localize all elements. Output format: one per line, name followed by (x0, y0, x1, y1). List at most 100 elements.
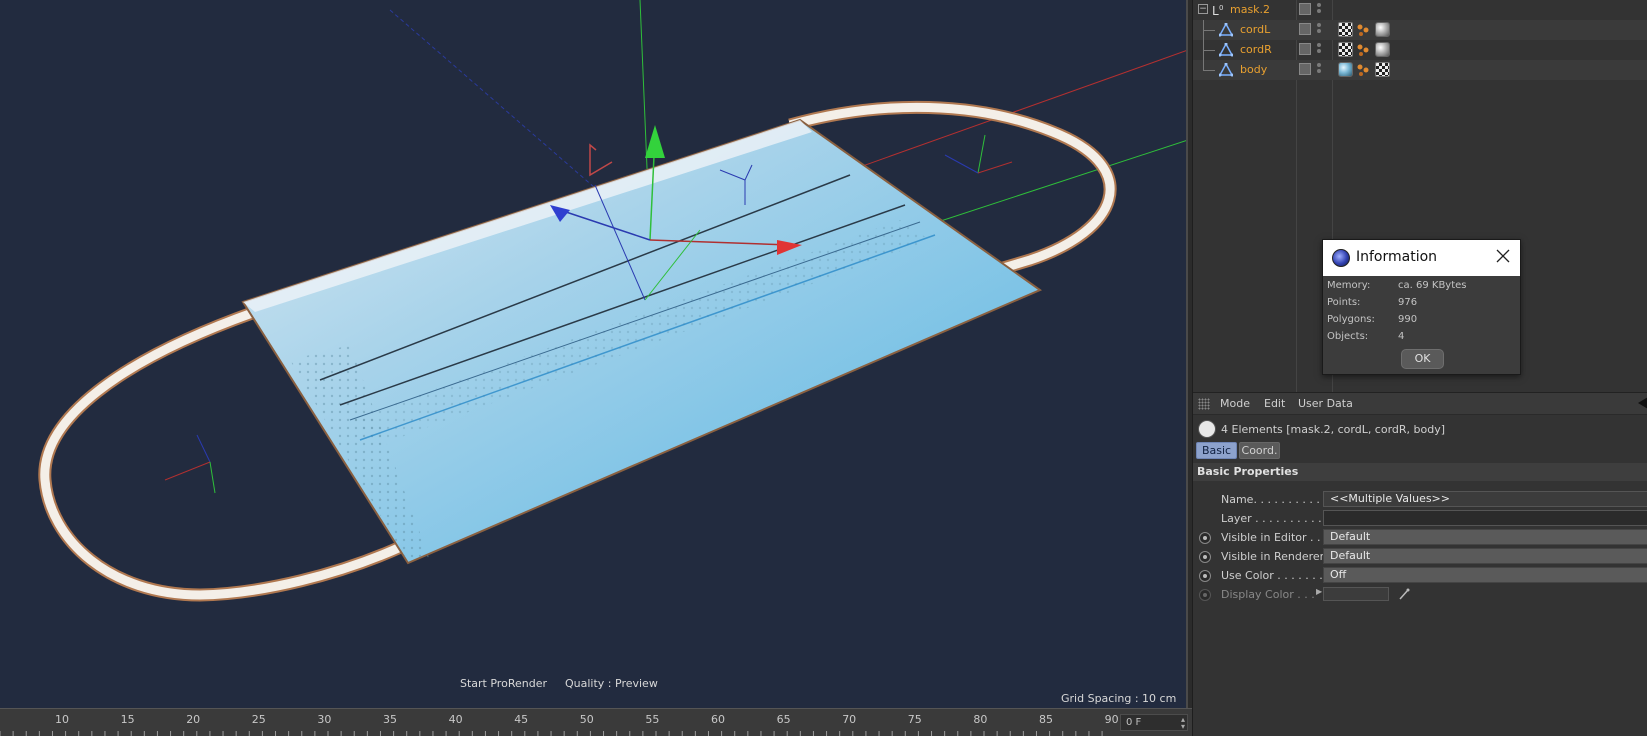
cinema4d-logo-icon (1332, 249, 1350, 267)
object-row-cordl[interactable]: cordL (1193, 20, 1647, 40)
viewport-scene[interactable] (0, 0, 1188, 708)
layer-edit-icon[interactable] (1299, 63, 1311, 75)
menu-mode[interactable]: Mode (1220, 397, 1250, 410)
prop-use-color: Use Color . . . . . . . . Off (1193, 567, 1647, 585)
timeline-ruler[interactable]: 10 15 20 25 30 35 40 45 50 55 60 65 70 75 80 85 90 0 F ▴… (0, 708, 1192, 736)
name-field[interactable]: <<Multiple Values>> (1323, 491, 1647, 507)
sphere-material-tag-icon[interactable] (1375, 22, 1390, 37)
collapse-toggle-icon[interactable]: − (1198, 4, 1208, 14)
close-icon[interactable] (1495, 248, 1511, 264)
timeline-tick-label: 20 (186, 713, 201, 726)
prop-layer: Layer . . . . . . . . . . . . (1193, 510, 1647, 528)
visibility-toggle-icon[interactable] (1317, 43, 1321, 57)
timeline-tick-label: 65 (776, 713, 791, 726)
timeline-tick-label: 15 (120, 713, 135, 726)
use-color-dropdown[interactable]: Off (1323, 567, 1647, 583)
sphere-material-tag-icon[interactable] (1375, 42, 1390, 57)
attribute-manager[interactable]: Mode Edit User Data 4 Elements [mask.2, … (1193, 392, 1647, 736)
blue-material-tag-icon[interactable] (1338, 62, 1353, 77)
polygon-object-icon (1218, 62, 1234, 80)
collapse-arrow-icon[interactable] (1638, 397, 1647, 409)
right-panel: − L0 mask.2 cordL cordR body Information… (1192, 0, 1647, 736)
prop-visible-editor: Visible in Editor . . . Default (1193, 529, 1647, 547)
info-points-value: 976 (1398, 297, 1418, 308)
prop-display-color: Display Color . . . ▶ (1193, 586, 1647, 604)
animation-keyframe-icon[interactable] (1199, 532, 1211, 544)
tree-branch (1203, 30, 1215, 31)
basic-properties-header[interactable]: Basic Properties (1193, 463, 1647, 481)
ok-button[interactable]: OK (1401, 349, 1444, 369)
info-objects-value: 4 (1398, 331, 1405, 342)
phong-tag-icon[interactable] (1356, 23, 1370, 37)
info-memory-value: ca. 69 KBytes (1398, 280, 1467, 291)
information-dialog[interactable]: Information Memory: ca. 69 KBytes Points… (1322, 239, 1521, 375)
animation-keyframe-icon[interactable] (1199, 570, 1211, 582)
object-row-mask2[interactable]: − L0 mask.2 (1193, 0, 1647, 20)
visibility-toggle-icon[interactable] (1317, 3, 1321, 17)
layer-edit-icon[interactable] (1299, 43, 1311, 55)
prop-visible-renderer-label: Visible in Renderer (1221, 550, 1325, 563)
timeline-ticks (0, 731, 1103, 736)
timeline-tick-label: 10 (55, 713, 69, 726)
tree-line (1203, 60, 1204, 70)
eyedropper-icon[interactable] (1398, 587, 1410, 601)
menu-edit[interactable]: Edit (1264, 397, 1285, 410)
object-name[interactable]: cordL (1240, 23, 1270, 36)
object-row-cordr[interactable]: cordR (1193, 40, 1647, 60)
checker-material-tag-icon[interactable] (1338, 22, 1353, 37)
svg-text:L: L (1212, 4, 1219, 17)
checker-material-tag-icon[interactable] (1375, 62, 1390, 77)
object-name[interactable]: cordR (1240, 43, 1272, 56)
selection-summary-text: 4 Elements [mask.2, cordL, cordR, body] (1221, 423, 1446, 436)
info-objects-label: Objects: (1327, 331, 1369, 342)
visibility-toggle-icon[interactable] (1317, 23, 1321, 37)
visible-in-renderer-dropdown[interactable]: Default (1323, 548, 1647, 564)
visible-in-editor-dropdown[interactable]: Default (1323, 529, 1647, 545)
timeline-tick-label: 25 (251, 713, 266, 726)
timeline-tick-label: 70 (842, 713, 857, 726)
frame-spinner-icon[interactable]: ▴ ▾ (1181, 716, 1185, 731)
object-row-body[interactable]: body (1193, 60, 1647, 80)
tree-branch (1203, 70, 1215, 71)
expand-arrow-icon[interactable]: ▶ (1316, 587, 1322, 596)
prop-visible-editor-label: Visible in Editor . . . (1221, 531, 1328, 544)
polygon-object-icon (1218, 42, 1234, 60)
timeline-tick-label: 40 (448, 713, 463, 726)
phong-tag-icon[interactable] (1356, 43, 1370, 57)
menu-user-data[interactable]: User Data (1298, 397, 1353, 410)
phong-tag-icon[interactable] (1356, 63, 1370, 77)
grip-icon[interactable] (1198, 398, 1210, 410)
svg-text:0: 0 (1219, 4, 1223, 12)
checker-material-tag-icon[interactable] (1338, 42, 1353, 57)
animation-keyframe-icon[interactable] (1199, 551, 1211, 563)
quality-indicator[interactable]: Quality : Preview (565, 677, 658, 690)
timeline-tick-label: 60 (711, 713, 725, 726)
left-loop-axis (164, 434, 216, 494)
gizmo-y-handle (645, 125, 665, 158)
info-memory-label: Memory: (1327, 280, 1371, 291)
tree-branch (1203, 50, 1215, 51)
right-loop-axis (944, 134, 1013, 174)
tab-coord[interactable]: Coord. (1239, 442, 1280, 459)
current-frame-field[interactable]: 0 F ▴ ▾ (1120, 714, 1188, 731)
start-prorender-link[interactable]: Start ProRender (460, 677, 547, 690)
object-name[interactable]: body (1240, 63, 1267, 76)
layer-edit-icon[interactable] (1299, 3, 1311, 15)
animation-keyframe-icon[interactable] (1199, 589, 1211, 601)
tab-basic[interactable]: Basic (1196, 442, 1237, 459)
3d-viewport[interactable]: Start ProRender Quality : Preview Grid S… (0, 0, 1188, 708)
timeline-tick-label: 30 (317, 713, 332, 726)
layer-edit-icon[interactable] (1299, 23, 1311, 35)
display-color-swatch[interactable] (1323, 587, 1389, 601)
timeline-tick-label: 80 (973, 713, 988, 726)
layer-field[interactable] (1323, 510, 1647, 526)
visibility-toggle-icon[interactable] (1317, 63, 1321, 77)
timeline-tick-label: 90 (1104, 713, 1119, 726)
timeline-tick-label: 50 (579, 713, 594, 726)
dialog-titlebar[interactable]: Information (1323, 240, 1520, 276)
timeline-tick-label: 75 (907, 713, 922, 726)
section-title: Basic Properties (1197, 465, 1299, 478)
null-object-icon: L0 (1212, 3, 1226, 18)
object-name[interactable]: mask.2 (1230, 3, 1270, 16)
object-manager[interactable]: − L0 mask.2 cordL cordR body Information… (1193, 0, 1647, 392)
